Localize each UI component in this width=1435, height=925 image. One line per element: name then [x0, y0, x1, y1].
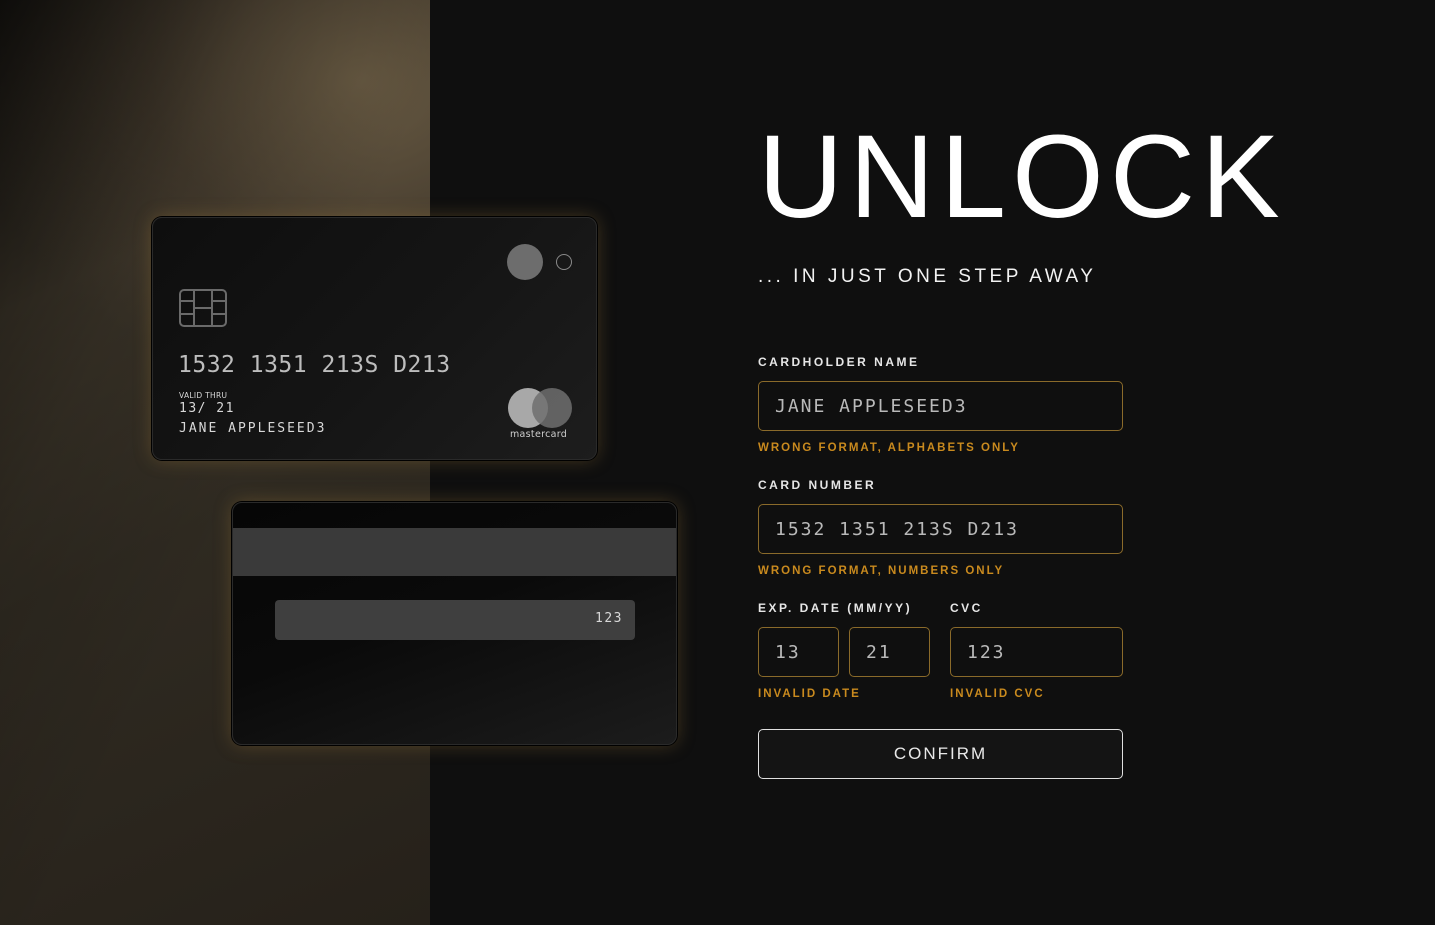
- exp-date-error: INVALID DATE: [758, 688, 861, 700]
- cvc-display: 123: [595, 611, 623, 626]
- card-number-display: 1532 1351 213S D213: [178, 352, 451, 378]
- cvc-label: CVC: [950, 601, 983, 615]
- exp-date-label: EXP. DATE (MM/YY): [758, 601, 913, 615]
- exp-year-input[interactable]: [849, 627, 930, 677]
- card-number-label: CARD NUMBER: [758, 478, 877, 492]
- mastercard-wordmark: mastercard: [510, 429, 568, 440]
- cardholder-display: JANE APPLESEED3: [179, 421, 327, 436]
- card-number-input[interactable]: [758, 504, 1123, 554]
- mastercard-logo: mastercard: [507, 388, 573, 440]
- cvc-error: INVALID CVC: [950, 688, 1045, 700]
- valid-thru-label: VALID THRU: [179, 391, 228, 400]
- confirm-button[interactable]: CONFIRM: [758, 729, 1123, 779]
- card-back-preview: 123: [232, 502, 677, 745]
- cardholder-name-input[interactable]: [758, 381, 1123, 431]
- mastercard-right-circle-icon: [532, 388, 572, 428]
- cardholder-name-label: CARDHOLDER NAME: [758, 355, 920, 369]
- page-title: UNLOCK: [758, 111, 1286, 243]
- card-logo-ring-icon: [556, 254, 572, 270]
- decorative-backdrop: [0, 0, 430, 925]
- exp-month-input[interactable]: [758, 627, 839, 677]
- cvc-input[interactable]: [950, 627, 1123, 677]
- magnetic-stripe: [233, 528, 676, 576]
- page-subtitle: ... IN JUST ONE STEP AWAY: [758, 266, 1097, 287]
- card-logo-circle-icon: [507, 244, 543, 280]
- card-number-error: WRONG FORMAT, NUMBERS ONLY: [758, 565, 1005, 577]
- chip-icon: [179, 289, 227, 327]
- valid-thru-value: 13/ 21: [179, 401, 235, 416]
- signature-strip: 123: [275, 600, 635, 640]
- card-front-preview: 1532 1351 213S D213 VALID THRU 13/ 21 JA…: [152, 217, 597, 460]
- cardholder-name-error: WRONG FORMAT, ALPHABETS ONLY: [758, 442, 1020, 454]
